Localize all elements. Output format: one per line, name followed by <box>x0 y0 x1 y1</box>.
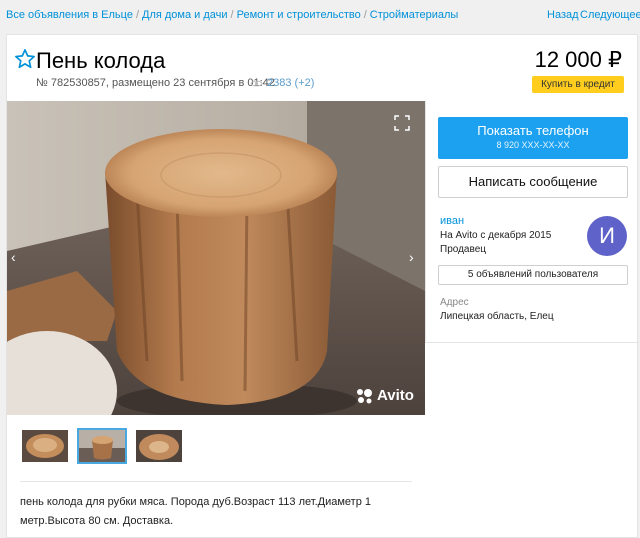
next-link[interactable]: Следующее› <box>580 9 640 21</box>
listing-description: пень колода для рубки мяса. Порода дуб.В… <box>20 496 371 527</box>
avito-logo-icon <box>357 388 372 403</box>
thumbnail-2[interactable] <box>77 428 127 464</box>
description-divider <box>20 481 412 482</box>
breadcrumb-separator: / <box>135 9 139 21</box>
main-photo[interactable]: ‹ › Avito <box>7 101 425 415</box>
address-label: Адрес <box>440 297 469 308</box>
listing-card: Пень колода № 782530857, размещено 23 се… <box>6 34 639 538</box>
fullscreen-icon[interactable] <box>394 115 410 131</box>
sidebar-divider <box>425 101 426 343</box>
views-counter[interactable]: 2383 (+2) <box>250 77 314 89</box>
photo-thumbnails <box>20 428 184 466</box>
breadcrumb-item-repair[interactable]: Ремонт и строительство <box>237 9 361 21</box>
back-link[interactable]: Назад <box>547 9 579 21</box>
address-value: Липецкая область, Елец <box>440 311 554 322</box>
phone-masked: 8 920 XXX-XX-XX <box>496 140 570 150</box>
listing-meta: № 782530857, размещено 23 сентября в 01:… <box>36 77 275 89</box>
seller-since: На Avito с декабря 2015 <box>440 230 552 241</box>
favorite-star-icon[interactable] <box>14 48 36 70</box>
stump-photo <box>7 101 425 415</box>
next-link-label: Следующее <box>580 9 640 21</box>
breadcrumb-separator: / <box>230 9 234 21</box>
show-phone-label: Показать телефон <box>477 123 589 138</box>
breadcrumb-item-city[interactable]: Все объявления в Ельце <box>6 9 133 21</box>
listing-price: 12 000 ₽ <box>534 47 622 72</box>
buy-on-credit-button[interactable]: Купить в кредит <box>532 76 624 93</box>
show-phone-button[interactable]: Показать телефон 8 920 XXX-XX-XX <box>438 117 628 159</box>
avito-watermark: Avito <box>356 387 414 404</box>
listing-title: Пень колода <box>36 48 166 73</box>
breadcrumb-item-materials[interactable]: Стройматериалы <box>370 9 459 21</box>
seller-role: Продавец <box>440 244 486 255</box>
seller-name-link[interactable]: иван <box>440 215 464 227</box>
thumbnail-1[interactable] <box>20 428 70 464</box>
sidebar-bottom-divider <box>425 342 639 343</box>
breadcrumb: Все объявления в Ельце / Для дома и дачи / Р… <box>6 9 458 21</box>
prev-photo-arrow-icon[interactable]: ‹ <box>11 249 16 265</box>
avatar[interactable]: И <box>587 216 627 256</box>
user-ads-button[interactable]: 5 объявлений пользователя <box>438 265 628 285</box>
views-count: 2383 (+2) <box>267 77 315 89</box>
next-photo-arrow-icon[interactable]: › <box>409 249 414 265</box>
breadcrumb-item-home[interactable]: Для дома и дачи <box>142 9 228 21</box>
avito-watermark-text: Avito <box>377 387 414 404</box>
eye-icon <box>250 80 263 86</box>
top-bar: Все объявления в Ельце / Для дома и дачи / Р… <box>0 0 640 32</box>
write-message-button[interactable]: Написать сообщение <box>438 166 628 198</box>
breadcrumb-separator: / <box>363 9 367 21</box>
thumbnail-3[interactable] <box>134 428 184 464</box>
